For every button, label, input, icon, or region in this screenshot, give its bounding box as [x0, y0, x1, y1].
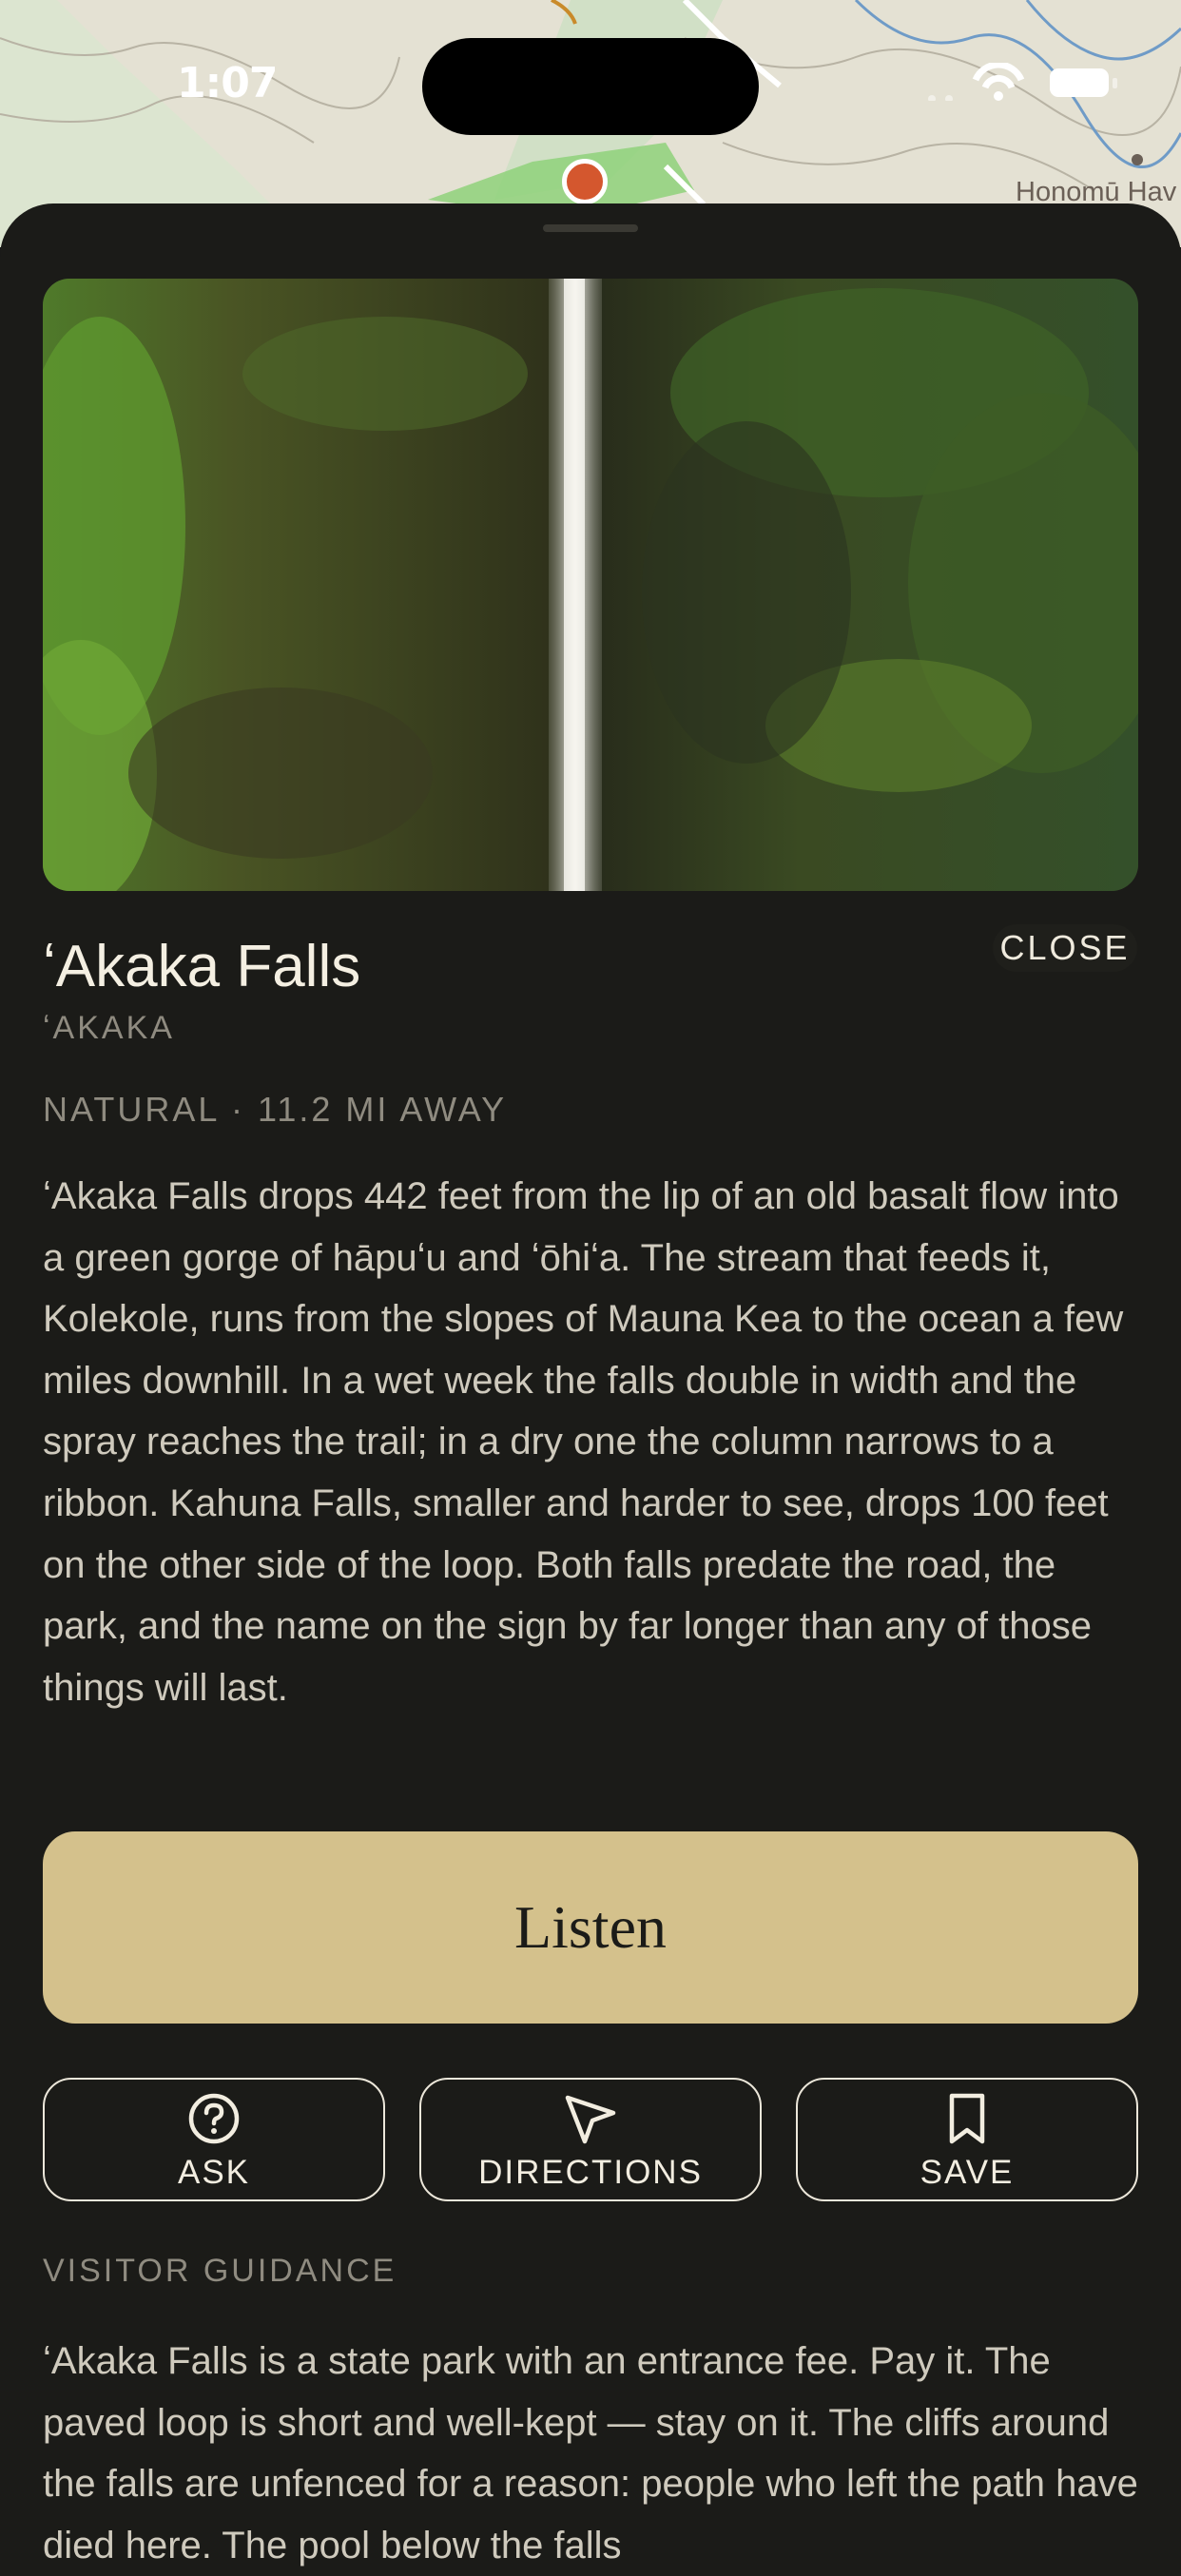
bookmark-icon [946, 2091, 988, 2146]
question-circle-icon [187, 2091, 241, 2146]
place-detail-sheet: ʻAkaka Falls CLOSE ʻAKAKA NATURAL · 11.2… [0, 203, 1181, 2566]
sheet-grabber[interactable] [543, 224, 638, 232]
battery-icon [1050, 68, 1117, 97]
location-pin[interactable] [562, 159, 608, 204]
status-time: 1:07 [177, 59, 278, 107]
action-row: ASK DIRECTIONS SAVE [43, 2078, 1138, 2201]
wifi-icon [972, 61, 1025, 101]
close-button[interactable]: CLOSE [993, 924, 1137, 972]
place-description: ʻAkaka Falls drops 442 feet from the lip… [43, 1175, 1124, 1709]
ask-label: ASK [177, 2154, 251, 2191]
dynamic-island [422, 38, 759, 135]
navigation-arrow-icon [562, 2091, 619, 2146]
directions-label: DIRECTIONS [478, 2154, 703, 2191]
status-icons [913, 61, 1141, 103]
ask-button[interactable]: ASK [43, 2078, 385, 2201]
place-native-name: ʻAKAKA [43, 1010, 175, 1046]
visitor-guidance-heading: VISITOR GUIDANCE [43, 2253, 397, 2289]
save-label: SAVE [920, 2154, 1015, 2191]
visitor-guidance-text: ʻAkaka Falls is a state park with an ent… [43, 2340, 1138, 2566]
waterfall-photo [43, 279, 1138, 891]
save-button[interactable]: SAVE [796, 2078, 1138, 2201]
listen-button[interactable]: Listen [43, 1831, 1138, 2024]
place-title: ʻAkaka Falls [43, 934, 361, 999]
directions-button[interactable]: DIRECTIONS [419, 2078, 762, 2201]
place-meta: NATURAL · 11.2 MI AWAY [43, 1090, 508, 1129]
